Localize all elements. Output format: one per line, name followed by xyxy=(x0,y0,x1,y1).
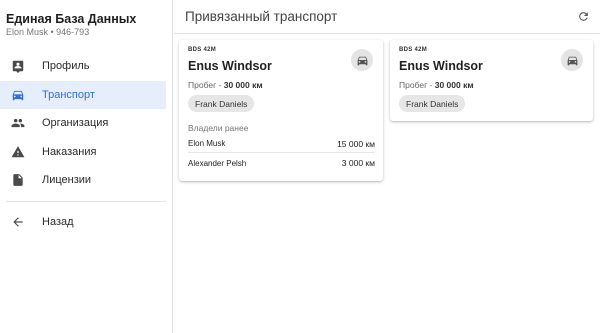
back-label: Назад xyxy=(42,215,74,228)
car-icon xyxy=(11,88,25,102)
sidebar-item-transport[interactable]: Транспорт xyxy=(0,80,166,109)
vehicle-model: Enus Windsor xyxy=(188,59,272,73)
people-icon xyxy=(11,116,25,130)
sidebar-item-organization[interactable]: Организация xyxy=(0,109,166,138)
vehicle-mileage: Пробег - 30 000 км xyxy=(399,80,474,90)
brand: Единая База Данных Elon Musk • 946-793 xyxy=(0,0,172,48)
sidebar-item-label: Лицензии xyxy=(42,174,92,187)
sidebar-item-penalties[interactable]: Наказания xyxy=(0,138,166,167)
page-header: Привязанный транспорт xyxy=(174,0,600,34)
sidebar-divider xyxy=(6,200,166,202)
owner-chip[interactable]: Frank Daniels xyxy=(188,95,255,112)
refresh-icon xyxy=(579,12,588,21)
sidebar: Единая База Данных Elon Musk • 946-793 П… xyxy=(0,0,173,333)
vehicle-card[interactable]: BDS 42M Enus Windsor Пробег - 30 000 км … xyxy=(390,40,593,121)
mileage-label: Пробег - xyxy=(399,80,435,90)
previous-owner-name: Elon Musk xyxy=(188,139,226,148)
previous-owner-row: Alexander Pelsh 3 000 км xyxy=(188,154,375,172)
vehicle-mileage: Пробег - 30 000 км xyxy=(188,80,263,90)
vehicle-model: Enus Windsor xyxy=(399,59,483,73)
sidebar-item-label: Транспорт xyxy=(42,88,95,101)
page-title: Привязанный транспорт xyxy=(185,9,338,24)
arrow-left-icon xyxy=(11,215,25,229)
sidebar-item-label: Организация xyxy=(42,117,109,130)
refresh-button[interactable] xyxy=(577,10,590,23)
vehicle-plate: BDS 42M xyxy=(188,47,217,53)
vehicle-avatar xyxy=(351,49,373,71)
previous-owner-mileage: 15 000 км xyxy=(337,138,375,149)
sidebar-item-licenses[interactable]: Лицензии xyxy=(0,166,166,195)
user-subtitle: Elon Musk • 946-793 xyxy=(6,27,90,37)
profile-icon xyxy=(11,59,25,74)
app-title: Единая База Данных xyxy=(6,12,137,26)
mileage-value: 30 000 км xyxy=(223,80,263,90)
sidebar-item-profile[interactable]: Профиль xyxy=(0,52,166,81)
back-button[interactable]: Назад xyxy=(0,208,166,237)
warning-icon xyxy=(11,145,25,159)
vehicle-card[interactable]: BDS 42M Enus Windsor Пробег - 30 000 км … xyxy=(179,40,383,181)
vehicle-plate: BDS 42M xyxy=(399,47,428,53)
vehicle-avatar xyxy=(561,49,583,71)
previous-owners-title: Владели ранее xyxy=(188,123,249,133)
previous-owner-mileage: 3 000 км xyxy=(341,158,375,168)
sidebar-item-label: Наказания xyxy=(42,145,97,158)
car-icon xyxy=(567,56,577,65)
previous-owner-row: Elon Musk 15 000 км xyxy=(188,135,375,153)
sidebar-item-label: Профиль xyxy=(42,60,90,73)
mileage-value: 30 000 км xyxy=(434,80,474,90)
owner-chip[interactable]: Frank Daniels xyxy=(399,95,466,112)
car-icon xyxy=(357,56,367,65)
document-icon xyxy=(11,173,25,187)
mileage-label: Пробег - xyxy=(188,80,224,90)
sidebar-nav: Профиль Транспорт Организация Наказания xyxy=(0,52,172,236)
previous-owner-name: Alexander Pelsh xyxy=(188,158,247,168)
